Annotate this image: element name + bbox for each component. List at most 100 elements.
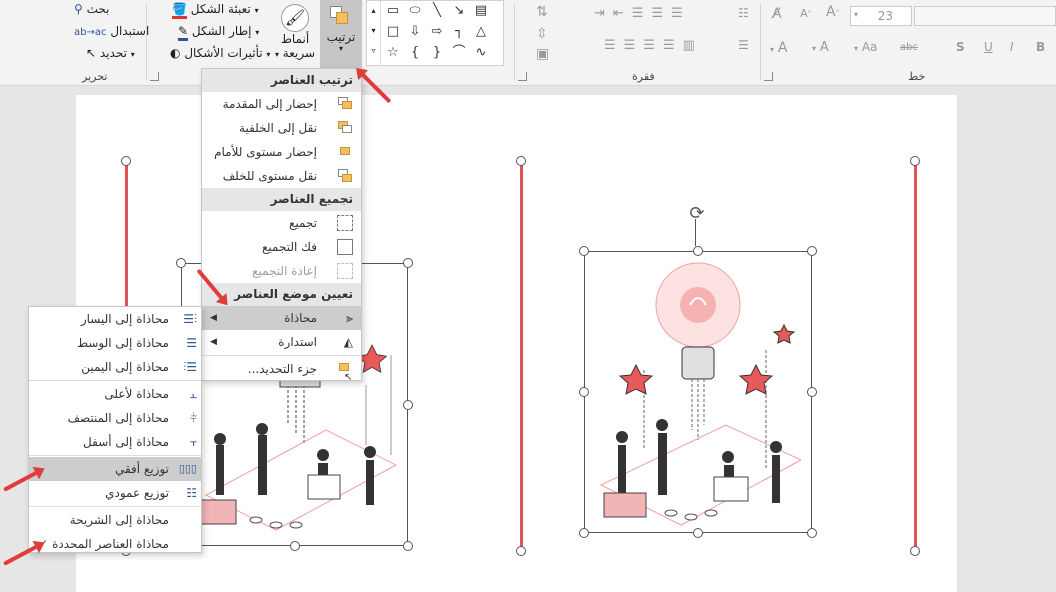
resize-handle[interactable]	[176, 258, 186, 268]
menu-item-align-selected-objects[interactable]: محاذاة العناصر المحددة ✓	[29, 532, 201, 556]
square-shape-icon[interactable]: □	[383, 24, 403, 40]
menu-item-bring-to-front[interactable]: إحضار إلى المقدمة	[202, 92, 361, 116]
menu-item-send-backward[interactable]: نقل مستوى للخلف	[202, 164, 361, 188]
shadow-button[interactable]: S	[956, 40, 965, 54]
arrange-button[interactable]: ترتيب ▾	[320, 0, 362, 70]
smartart-icon[interactable]: ▣	[536, 46, 549, 62]
dialog-launcher-icon[interactable]	[150, 72, 159, 81]
connector-shape-icon[interactable]: ┐	[449, 24, 469, 40]
menu-item-label: محاذاة إلى الشريحة	[69, 513, 169, 527]
menu-item-align-left[interactable]: محاذاة إلى اليسار ⫶☰	[29, 307, 201, 331]
rotate-icon[interactable]: ⟳	[686, 203, 708, 225]
menu-item-align-to-slide[interactable]: محاذاة إلى الشريحة	[29, 508, 201, 532]
replace-label: استبدال	[110, 24, 150, 38]
font-color-button[interactable]: ▾ A	[770, 40, 787, 56]
menu-item-align-top[interactable]: محاذاة لأعلى ⫠	[29, 382, 201, 406]
align-icon[interactable]: ☰☰☰☰▥	[604, 38, 703, 53]
menu-item-ungroup[interactable]: فك التجميع	[202, 235, 361, 259]
menu-item-label: جزء التحديد...	[247, 362, 317, 376]
chevron-down-icon: ▾	[770, 45, 775, 54]
find-button[interactable]: بحث ⚲	[74, 2, 110, 16]
resize-handle[interactable]	[807, 528, 817, 538]
menu-item-label: استدارة	[278, 335, 317, 349]
shapes-gallery[interactable]: ▴ ▾ ▿ ▭ ⬭ ╲ ↘ ▤ □ ⇩ ⇨ ┐ △ ☆ { } ⌒ ∿	[366, 0, 504, 66]
resize-handle[interactable]	[910, 546, 920, 556]
resize-handle[interactable]	[807, 246, 817, 256]
quick-styles-button[interactable]: 🖌 أنماط سريعة ▾	[272, 2, 318, 68]
resize-handle[interactable]	[121, 156, 131, 166]
menu-item-send-to-back[interactable]: نقل إلى الخلفية	[202, 116, 361, 140]
underline-button[interactable]: U	[984, 40, 993, 54]
textbox-shape-icon[interactable]: ▤	[471, 3, 491, 19]
red-vertical-line-middle[interactable]	[520, 161, 523, 551]
shape-fill-button[interactable]: ▾ تعبئة الشكل 🪣	[172, 2, 259, 19]
replace-button[interactable]: استبدال ab→ac	[74, 24, 149, 38]
menu-item-bring-forward[interactable]: إحضار مستوى للأمام	[202, 140, 361, 164]
down-arrow-shape-icon[interactable]: ⇩	[405, 24, 425, 40]
font-name-select[interactable]	[914, 6, 1056, 26]
menu-item-distribute-vertically[interactable]: توزيع عمودي ☷	[29, 481, 201, 505]
menu-item-align-middle[interactable]: محاذاة إلى المنتصف ⫩	[29, 406, 201, 430]
curve-shape-icon[interactable]: ∿	[471, 45, 491, 61]
dialog-launcher-icon[interactable]	[518, 72, 527, 81]
bullets-icon[interactable]: ☷	[738, 6, 749, 20]
font-size-up-button[interactable]: A˄	[826, 4, 840, 20]
resize-handle[interactable]	[516, 156, 526, 166]
resize-handle[interactable]	[516, 546, 526, 556]
indent-icon[interactable]: ⇥⇤☰☰☰	[594, 6, 691, 21]
menu-item-distribute-horizontally[interactable]: توزيع أفقي ▯▯▯	[29, 457, 201, 481]
menu-item-rotate[interactable]: استدارة ◀ ◭	[202, 330, 361, 354]
brace-shape-icon[interactable]: {	[405, 45, 425, 61]
menu-item-align[interactable]: محاذاة ◀ ⫷	[202, 306, 361, 330]
font-color-icon: A	[777, 40, 788, 56]
resize-handle[interactable]	[579, 246, 589, 256]
dialog-launcher-icon[interactable]	[764, 72, 773, 81]
distribute-horizontally-icon: ▯▯▯	[178, 462, 197, 475]
font-size-down-label: A	[800, 7, 808, 20]
menu-item-label: إعادة التجميع	[252, 264, 317, 278]
menu-item-align-bottom[interactable]: محاذاة إلى أسفل ⫟	[29, 430, 201, 454]
clear-formatting-icon[interactable]: A̸	[772, 6, 782, 22]
resize-handle[interactable]	[910, 156, 920, 166]
quick-styles-label-2: سريعة ▾	[274, 46, 316, 60]
send-backward-icon	[337, 168, 353, 184]
bold-button[interactable]: B	[1036, 40, 1045, 54]
ribbon: بحث ⚲ استبدال ab→ac ▾ تحديد ↖ تحرير ▾ تع…	[0, 0, 1056, 86]
shadow-label: S	[956, 40, 965, 54]
triangle-shape-icon[interactable]: △	[471, 24, 491, 40]
paint-bucket-icon: 🪣	[172, 2, 187, 19]
brace-right-shape-icon[interactable]: }	[427, 45, 447, 61]
char-spacing-button[interactable]: abc	[900, 42, 918, 53]
change-case-button[interactable]: ▾ Aa	[854, 40, 877, 54]
line-shape-icon[interactable]: ╲	[427, 3, 447, 19]
resize-handle[interactable]	[579, 387, 589, 397]
menu-item-align-right[interactable]: محاذاة إلى اليمين ☰⫶	[29, 355, 201, 379]
resize-handle[interactable]	[579, 528, 589, 538]
rectangle-shape-icon[interactable]: ▭	[383, 3, 403, 19]
resize-handle[interactable]	[403, 258, 413, 268]
text-direction-icon[interactable]: ⇅	[536, 4, 548, 20]
italic-button[interactable]: I	[1010, 40, 1014, 54]
highlight-button[interactable]: ▾ A	[812, 40, 829, 55]
shape-outline-button[interactable]: ▾ إطار الشكل ✎	[178, 24, 259, 41]
line-arrow-shape-icon[interactable]: ↘	[449, 3, 469, 19]
font-size-down-button[interactable]: A˅	[800, 6, 812, 20]
menu-item-group[interactable]: تجميع	[202, 211, 361, 235]
chevron-down-icon: ▾	[254, 6, 259, 15]
resize-handle[interactable]	[807, 387, 817, 397]
menu-item-selection-pane[interactable]: جزء التحديد... ↖	[202, 357, 361, 383]
font-size-select[interactable]: 23 ▾	[850, 6, 912, 26]
shape-effects-button[interactable]: ▾ تأثيرات الأشكال ◐	[170, 46, 270, 60]
arc-shape-icon[interactable]: ⌒	[449, 45, 469, 61]
arrange-icon	[328, 4, 354, 30]
star-shape-icon[interactable]: ☆	[383, 45, 403, 61]
gallery-scroll[interactable]: ▴ ▾ ▿	[367, 1, 381, 65]
align-right-icon: ☰⫶	[183, 360, 197, 374]
menu-item-align-center[interactable]: محاذاة إلى الوسط ☰	[29, 331, 201, 355]
select-button[interactable]: ▾ تحديد ↖	[86, 46, 135, 60]
oval-shape-icon[interactable]: ⬭	[405, 3, 425, 19]
red-vertical-line-right[interactable]	[914, 161, 917, 551]
align-text-icon[interactable]: ⇳	[536, 26, 548, 42]
numbering-icon[interactable]: ☰	[738, 38, 749, 52]
right-arrow-shape-icon[interactable]: ⇨	[427, 24, 447, 40]
